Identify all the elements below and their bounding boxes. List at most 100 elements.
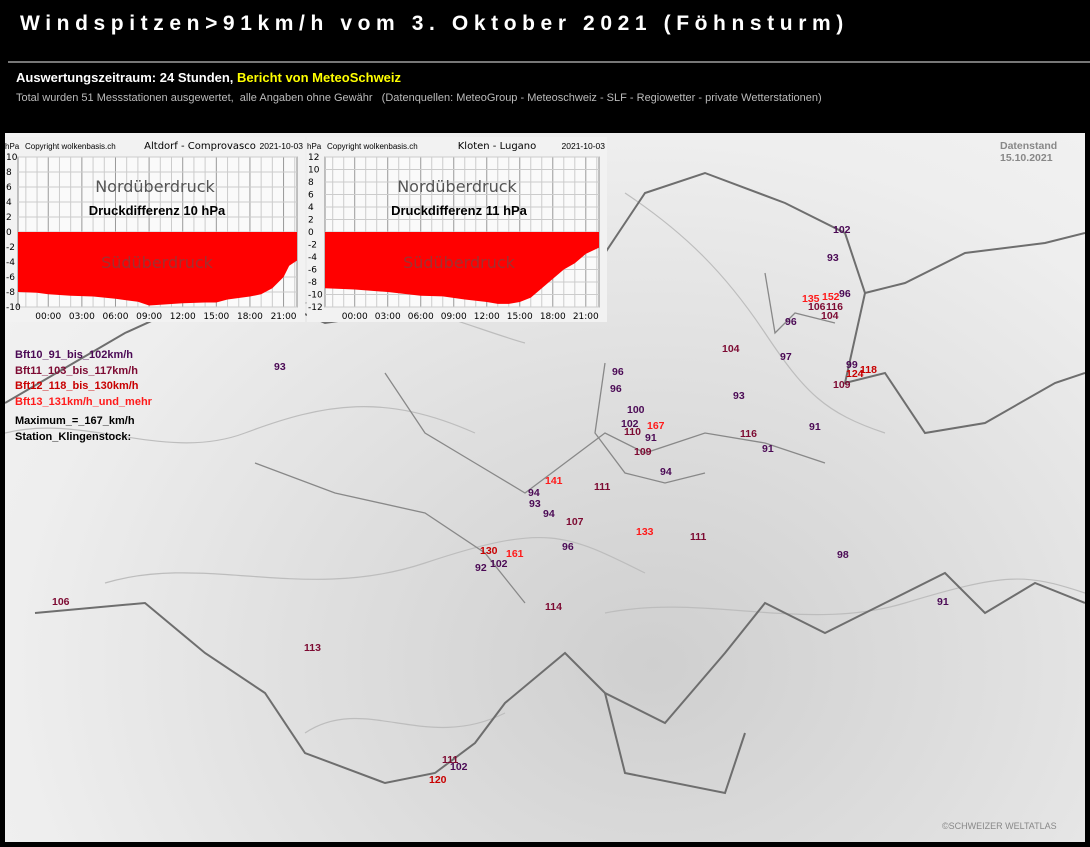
- south-label: Südüberdruck: [403, 253, 516, 272]
- divider: [8, 61, 1090, 63]
- south-label: Südüberdruck: [101, 253, 214, 272]
- station-wind-value: 104: [722, 343, 740, 355]
- x-tick-label: 00:00: [342, 312, 368, 322]
- y-tick-label: 10: [6, 153, 18, 163]
- y-tick-label: 6: [308, 191, 314, 201]
- y-tick-label: -8: [6, 288, 15, 298]
- data-status: Datenstand 15.10.2021: [1000, 140, 1057, 164]
- station-wind-value: 96: [610, 383, 622, 395]
- y-tick-label: -4: [6, 258, 15, 268]
- y-tick-label: -2: [6, 243, 15, 253]
- chart-copyright: Copyright wolkenbasis.ch: [25, 142, 116, 151]
- period-text: Auswertungszeitraum: 24 Stunden,: [16, 70, 234, 85]
- info-text: Total wurden 51 Messstationen ausgewerte…: [16, 92, 822, 104]
- chart-copyright: Copyright wolkenbasis.ch: [327, 142, 418, 151]
- y-tick-label: -2: [308, 241, 317, 251]
- station-wind-value: 96: [785, 316, 797, 328]
- x-tick-label: 09:00: [136, 312, 162, 322]
- station-wind-value: 93: [827, 252, 839, 264]
- unit-label: hPa: [307, 142, 322, 151]
- y-tick-label: 6: [6, 183, 12, 193]
- legend-bft13: Bft13_131km/h_und_mehr: [15, 395, 152, 408]
- station-wind-value: 102: [490, 558, 508, 570]
- x-tick-label: 12:00: [170, 312, 196, 322]
- legend-station: Station_Klingenstock:: [15, 430, 132, 443]
- station-wind-value: 120: [429, 774, 447, 786]
- chart-canvas: 12 10 8 6 4 2 0 -2 -4 -6 -8 -10 -12 00:00 03:00 06:00 09…: [307, 141, 606, 322]
- y-tick-label: -10: [6, 303, 21, 313]
- station-wind-value: 91: [937, 596, 949, 608]
- x-tick-label: 21:00: [271, 312, 297, 322]
- pressure-chart-altdorf-comprovasco: 10 8 6 4 2 0 -2 -4 -6 -8 -10 00:00 03:00 06:00 09:00 12…: [5, 137, 305, 322]
- legend-bft10: Bft10_91_bis_102km/h: [15, 349, 134, 361]
- page-title: Windspitzen>91km/h vom 3. Oktober 2021 (…: [20, 12, 849, 35]
- station-wind-value: 97: [780, 351, 792, 363]
- legend: Bft10_91_bis_102km/h Bft11_103_bis_117km…: [15, 348, 152, 445]
- station-wind-value: 96: [562, 541, 574, 553]
- y-tick-label: -4: [308, 253, 317, 263]
- y-tick-label: 0: [308, 228, 314, 238]
- chart-canvas: 10 8 6 4 2 0 -2 -4 -6 -8 -10 00:00 03:00 06:00 09:00 12…: [5, 141, 304, 322]
- station-wind-value: 104: [821, 310, 839, 322]
- station-wind-value: 92: [475, 562, 487, 574]
- station-wind-value: 102: [450, 761, 468, 773]
- y-tick-label: -8: [308, 278, 317, 288]
- x-tick-label: 06:00: [103, 312, 129, 322]
- report-link[interactable]: Bericht von MeteoSchweiz: [237, 70, 401, 85]
- station-wind-value: 106: [52, 596, 70, 608]
- station-wind-value: 110: [624, 426, 641, 438]
- station-wind-value: 93: [274, 361, 286, 373]
- chart-title: Altdorf - Comprovasco: [144, 141, 256, 152]
- y-tick-label: 4: [6, 198, 12, 208]
- station-wind-value: 109: [634, 446, 652, 458]
- chart-date: 2021-10-03: [260, 141, 304, 151]
- y-tick-label: 8: [6, 168, 12, 178]
- station-wind-value: 98: [837, 549, 849, 561]
- station-wind-value: 141: [545, 475, 563, 487]
- station-wind-value: 91: [809, 421, 821, 433]
- station-wind-value: 93: [529, 498, 541, 510]
- y-tick-label: -12: [308, 303, 323, 313]
- pressure-chart-kloten-lugano: 12 10 8 6 4 2 0 -2 -4 -6 -8 -10 -12 00:00 03:00 06:00 09…: [307, 137, 607, 322]
- x-tick-label: 06:00: [408, 312, 434, 322]
- y-tick-label: 0: [6, 228, 12, 238]
- chart-title: Kloten - Lugano: [458, 141, 537, 152]
- y-tick-label: 2: [308, 216, 314, 226]
- station-wind-value: 100: [627, 404, 645, 416]
- station-wind-value: 167: [647, 420, 665, 432]
- pressure-difference-annotation: Druckdifferenz 10 hPa: [89, 203, 226, 218]
- unit-label: hPa: [5, 142, 20, 151]
- station-wind-value: 91: [645, 432, 657, 444]
- legend-bft12: Bft12_118_bis_130km/h: [15, 380, 139, 392]
- copyright: ©SCHWEIZER WELTATLAS: [942, 821, 1057, 831]
- north-label: Nordüberdruck: [397, 177, 517, 196]
- y-tick-label: 4: [308, 203, 314, 213]
- station-wind-value: 111: [594, 481, 611, 493]
- wind-map: 10 8 6 4 2 0 -2 -4 -6 -8 -10 00:00 03:00 06:00 09:00 12…: [5, 133, 1085, 842]
- pressure-difference-annotation: Druckdifferenz 11 hPa: [391, 203, 528, 218]
- x-tick-label: 03:00: [375, 312, 401, 322]
- station-wind-value: 107: [566, 516, 584, 528]
- y-tick-label: -6: [308, 266, 317, 276]
- station-wind-value: 130: [480, 545, 498, 557]
- y-tick-label: -10: [308, 291, 323, 301]
- station-wind-value: 113: [304, 642, 321, 654]
- x-tick-label: 21:00: [573, 312, 599, 322]
- legend-maximum: Maximum_=_167_km/h: [15, 415, 135, 427]
- x-tick-label: 03:00: [69, 312, 95, 322]
- legend-bft11: Bft11_103_bis_117km/h: [15, 364, 138, 377]
- station-wind-value: 114: [545, 601, 562, 613]
- north-label: Nordüberdruck: [95, 177, 215, 196]
- x-tick-label: 18:00: [540, 312, 566, 322]
- chart-date: 2021-10-03: [562, 141, 606, 151]
- y-tick-label: 10: [308, 166, 320, 176]
- station-wind-value: 109: [833, 379, 851, 391]
- data-status-date: 15.10.2021: [1000, 152, 1053, 164]
- station-wind-value: 94: [660, 466, 672, 478]
- y-tick-label: 8: [308, 178, 314, 188]
- station-wind-value: 102: [833, 224, 851, 236]
- x-tick-label: 18:00: [237, 312, 263, 322]
- y-tick-label: -6: [6, 273, 15, 283]
- station-wind-value: 96: [612, 366, 624, 378]
- station-wind-value: 118: [860, 364, 877, 376]
